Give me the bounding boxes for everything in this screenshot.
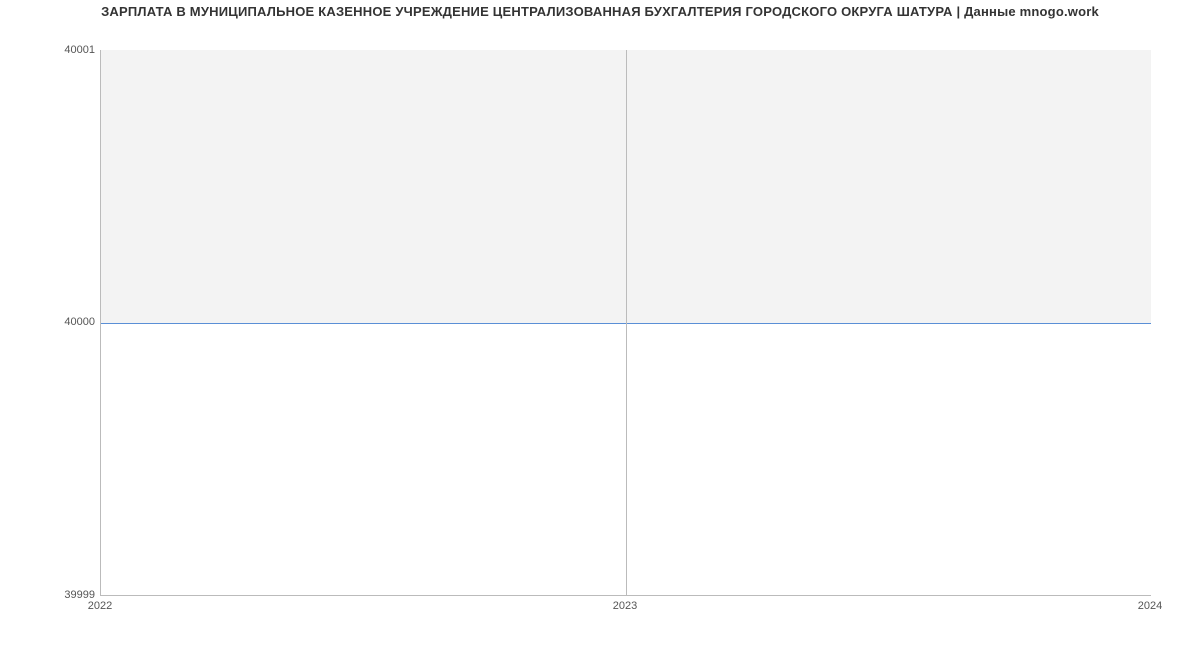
y-tick-mid: 40000 xyxy=(5,316,95,328)
y-tick-top: 40001 xyxy=(5,44,95,56)
x-tick-2023: 2023 xyxy=(613,600,637,612)
chart-title: ЗАРПЛАТА В МУНИЦИПАЛЬНОЕ КАЗЕННОЕ УЧРЕЖД… xyxy=(0,4,1200,19)
plot-area xyxy=(100,50,1151,596)
x-tick-2022: 2022 xyxy=(88,600,112,612)
y-tick-bottom: 39999 xyxy=(5,589,95,601)
x-tick-2024: 2024 xyxy=(1138,600,1162,612)
gridline-2023 xyxy=(626,50,627,595)
salary-chart: ЗАРПЛАТА В МУНИЦИПАЛЬНОЕ КАЗЕННОЕ УЧРЕЖД… xyxy=(0,0,1200,650)
